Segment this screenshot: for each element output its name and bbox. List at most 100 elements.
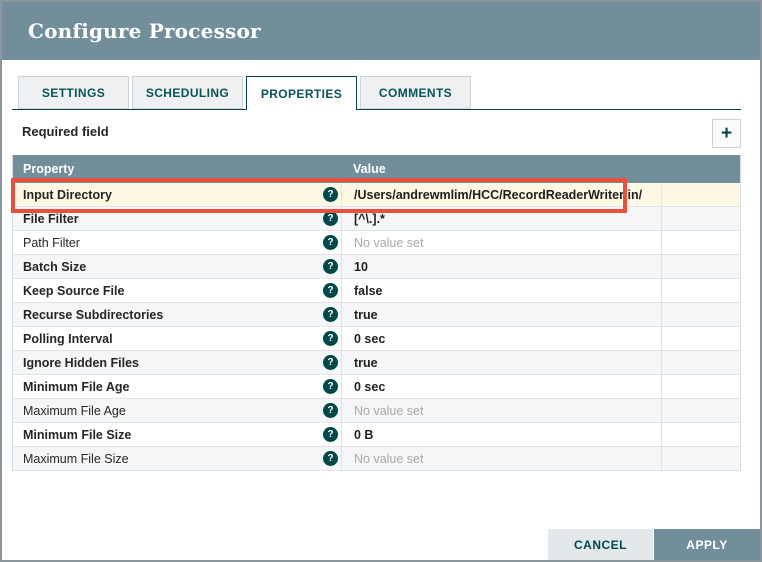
help-icon[interactable]: ? [323, 211, 338, 226]
property-name: Path Filter [23, 235, 80, 250]
row-actions-cell [661, 303, 740, 326]
property-value-cell[interactable]: [^\.].* [341, 207, 661, 230]
row-actions-cell [661, 351, 740, 374]
tab-settings[interactable]: SETTINGS [18, 76, 129, 109]
tab-comments[interactable]: COMMENTS [360, 76, 471, 109]
property-name: Minimum File Age [23, 379, 130, 394]
help-icon[interactable]: ? [323, 283, 338, 298]
property-row[interactable]: File Filter? [^\.].* [13, 207, 740, 231]
property-value: true [354, 355, 378, 370]
property-value: No value set [354, 451, 424, 466]
property-value: /Users/andrewmlim/HCC/RecordReaderWriter… [354, 187, 643, 202]
help-icon[interactable]: ? [323, 259, 338, 274]
tab-properties[interactable]: PROPERTIES [246, 76, 357, 110]
column-header-property: Property [23, 162, 75, 176]
row-actions-cell [661, 375, 740, 398]
property-value: 0 B [354, 427, 374, 442]
apply-button[interactable]: APPLY [654, 529, 760, 560]
property-name-cell: Ignore Hidden Files? [13, 351, 341, 374]
property-row[interactable]: Recurse Subdirectories? true [13, 303, 740, 327]
help-icon[interactable]: ? [323, 403, 338, 418]
property-name-cell: Polling Interval? [13, 327, 341, 350]
property-name-cell: Maximum File Age? [13, 399, 341, 422]
property-value-cell[interactable]: false [341, 279, 661, 302]
property-value: No value set [354, 235, 424, 250]
property-name-cell: File Filter? [13, 207, 341, 230]
property-name: Keep Source File [23, 283, 125, 298]
property-row[interactable]: Polling Interval? 0 sec [13, 327, 740, 351]
dialog-header: Configure Processor [2, 2, 760, 60]
property-name: Polling Interval [23, 331, 113, 346]
help-icon[interactable]: ? [323, 379, 338, 394]
property-name: Maximum File Size [23, 451, 129, 466]
row-actions-cell [661, 447, 740, 470]
property-row[interactable]: Keep Source File? false [13, 279, 740, 303]
tab-underline [12, 109, 741, 110]
property-name: Batch Size [23, 259, 87, 274]
property-row[interactable]: Ignore Hidden Files? true [13, 351, 740, 375]
row-actions-cell [661, 255, 740, 278]
property-row[interactable]: Minimum File Age? 0 sec [13, 375, 740, 399]
cancel-button[interactable]: CANCEL [548, 529, 653, 560]
property-value: true [354, 307, 378, 322]
row-actions-cell [661, 279, 740, 302]
row-actions-cell [661, 231, 740, 254]
property-row[interactable]: Minimum File Size? 0 B [13, 423, 740, 447]
property-row[interactable]: Batch Size? 10 [13, 255, 740, 279]
tab-scheduling[interactable]: SCHEDULING [132, 76, 243, 109]
property-name: Maximum File Age [23, 403, 126, 418]
property-value: false [354, 283, 383, 298]
property-row[interactable]: Path Filter? No value set [13, 231, 740, 255]
property-value: No value set [354, 403, 424, 418]
property-name-cell: Maximum File Size? [13, 447, 341, 470]
property-value-cell[interactable]: 0 sec [341, 327, 661, 350]
property-value-cell[interactable]: No value set [341, 231, 661, 254]
properties-table: Property Value Input Directory? /Users/an… [12, 155, 741, 471]
property-value-cell[interactable]: 0 B [341, 423, 661, 446]
property-value-cell[interactable]: No value set [341, 447, 661, 470]
row-actions-cell [661, 207, 740, 230]
property-value: [^\.].* [354, 211, 385, 226]
property-value: 0 sec [354, 379, 386, 394]
tab-bar: SETTINGS SCHEDULING PROPERTIES COMMENTS [18, 76, 474, 110]
property-row[interactable]: Maximum File Size? No value set [13, 447, 740, 471]
help-icon[interactable]: ? [323, 355, 338, 370]
property-name: Minimum File Size [23, 427, 132, 442]
property-value-cell[interactable]: 10 [341, 255, 661, 278]
property-name: Recurse Subdirectories [23, 307, 164, 322]
property-value-cell[interactable]: 0 sec [341, 375, 661, 398]
property-row[interactable]: Input Directory? /Users/andrewmlim/HCC/Re… [13, 183, 740, 207]
property-name: File Filter [23, 211, 79, 226]
column-header-value: Value [353, 162, 386, 176]
property-row[interactable]: Maximum File Age? No value set [13, 399, 740, 423]
help-icon[interactable]: ? [323, 307, 338, 322]
property-value: 10 [354, 259, 368, 274]
help-icon[interactable]: ? [323, 427, 338, 442]
property-name-cell: Batch Size? [13, 255, 341, 278]
property-value-cell[interactable]: true [341, 351, 661, 374]
row-actions-cell [661, 423, 740, 446]
property-value-cell[interactable]: /Users/andrewmlim/HCC/RecordReaderWriter… [341, 183, 661, 206]
property-name-cell: Minimum File Age? [13, 375, 341, 398]
property-value: 0 sec [354, 331, 386, 346]
property-value-cell[interactable]: No value set [341, 399, 661, 422]
property-value-cell[interactable]: true [341, 303, 661, 326]
required-field-label: Required field [22, 124, 109, 139]
plus-icon: + [720, 123, 733, 144]
property-name-cell: Recurse Subdirectories? [13, 303, 341, 326]
property-name-cell: Path Filter? [13, 231, 341, 254]
help-icon[interactable]: ? [323, 235, 338, 250]
row-actions-cell [661, 183, 740, 206]
help-icon[interactable]: ? [323, 187, 338, 202]
row-actions-cell [661, 399, 740, 422]
property-name: Ignore Hidden Files [23, 355, 139, 370]
row-actions-cell [661, 327, 740, 350]
property-name-cell: Input Directory? [13, 183, 341, 206]
property-name-cell: Keep Source File? [13, 279, 341, 302]
configure-processor-dialog: Configure Processor SETTINGS SCHEDULING … [0, 0, 762, 562]
add-property-button[interactable]: + [712, 119, 741, 148]
property-name-cell: Minimum File Size? [13, 423, 341, 446]
help-icon[interactable]: ? [323, 331, 338, 346]
help-icon[interactable]: ? [323, 451, 338, 466]
table-header-row: Property Value [13, 155, 740, 183]
